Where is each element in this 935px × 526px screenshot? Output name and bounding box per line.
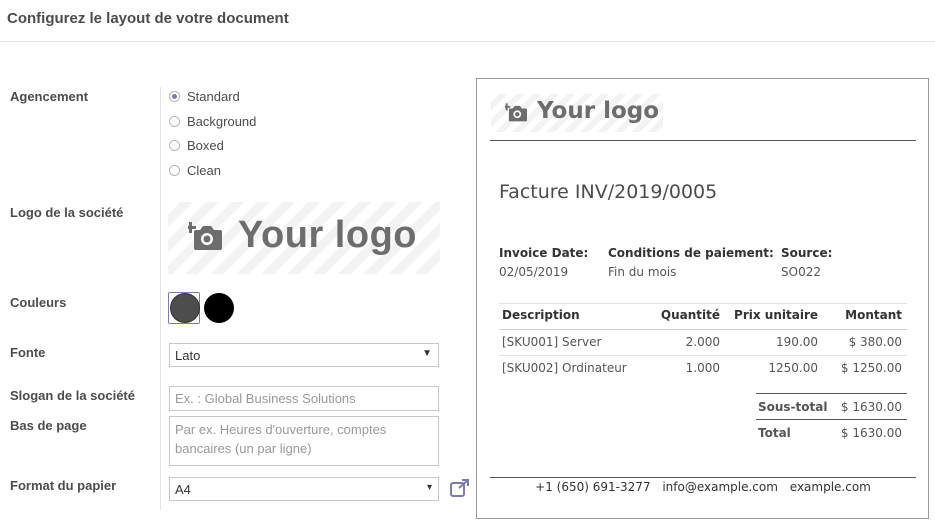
layout-option-boxed[interactable]: Boxed xyxy=(169,136,224,154)
layout-option-standard[interactable]: Standard xyxy=(169,87,240,105)
camera-add-icon xyxy=(188,222,222,250)
total-label: Total xyxy=(758,426,791,440)
column-header-description: Description xyxy=(502,308,580,322)
secondary-color-swatch[interactable] xyxy=(204,293,234,323)
radio-selected-icon[interactable] xyxy=(169,90,180,102)
column-header-unit-price: Prix unitaire xyxy=(734,308,818,322)
layout-option-clean[interactable]: Clean xyxy=(169,161,221,179)
table-row-unit-price: 190.00 xyxy=(776,335,818,349)
invoice-date-label: Invoice Date: xyxy=(499,246,589,260)
dialog-title: Configurez le layout de votre document xyxy=(7,10,289,27)
external-link-icon[interactable] xyxy=(450,479,470,497)
subtotal-value: $ 1630.00 xyxy=(840,400,902,414)
table-header-border xyxy=(499,329,907,330)
layout-option-background[interactable]: Background xyxy=(169,112,256,130)
tagline-label: Slogan de la société xyxy=(10,388,135,403)
invoice-title: Facture INV/2019/0005 xyxy=(499,181,718,203)
colors-label: Couleurs xyxy=(10,295,67,310)
table-top-border xyxy=(499,303,907,304)
font-select[interactable]: Lato ▼ xyxy=(169,343,439,367)
preview-footer-divider xyxy=(490,477,916,478)
layout-option-label: Boxed xyxy=(187,137,224,153)
table-row-amount: $ 380.00 xyxy=(848,335,902,349)
source-value: SO022 xyxy=(781,265,821,279)
document-preview: Your logo Facture INV/2019/0005 Invoice … xyxy=(476,78,929,519)
primary-color-swatch[interactable] xyxy=(170,293,200,323)
form-divider xyxy=(160,87,161,510)
paper-format-label: Format du papier xyxy=(10,478,117,493)
radio-icon[interactable] xyxy=(169,115,180,127)
column-header-amount: Montant xyxy=(845,308,902,322)
paper-format-select[interactable]: A4 ▾ xyxy=(169,477,439,501)
radio-icon[interactable] xyxy=(169,139,180,151)
layout-option-label: Clean xyxy=(187,162,221,178)
payment-terms-value: Fin du mois xyxy=(608,265,677,279)
table-row-border xyxy=(499,355,907,356)
payment-terms-label: Conditions de paiement: xyxy=(608,246,774,260)
footer-label: Bas de page xyxy=(10,418,87,433)
camera-add-icon xyxy=(505,103,527,122)
preview-header-divider xyxy=(490,140,916,141)
logo-upload[interactable]: Your logo xyxy=(168,202,440,274)
footer-website: example.com xyxy=(789,480,871,494)
paper-format-value: A4 xyxy=(175,482,191,497)
logo-placeholder-text: Your logo xyxy=(238,214,417,256)
column-header-quantity: Quantité xyxy=(660,308,720,322)
logo-label: Logo de la société xyxy=(10,205,124,220)
preview-logo-text: Your logo xyxy=(537,98,660,124)
source-label: Source: xyxy=(781,246,833,260)
footer-email: info@example.com xyxy=(662,480,778,494)
table-row-quantity: 2.000 xyxy=(685,335,720,349)
table-row-description: [SKU002] Ordinateur xyxy=(502,361,627,375)
layout-label: Agencement xyxy=(10,89,89,104)
table-row-quantity: 1.000 xyxy=(685,361,720,375)
invoice-date-value: 02/05/2019 xyxy=(499,265,569,279)
tagline-placeholder: Ex. : Global Business Solutions xyxy=(175,391,356,406)
dialog-header: Configurez le layout de votre document xyxy=(0,0,935,42)
footer-placeholder: Par ex. Heures d'ouverture, comptes banc… xyxy=(175,422,387,456)
footer-phone: +1 (650) 691-3277 xyxy=(535,480,651,494)
radio-icon[interactable] xyxy=(169,164,180,176)
font-label: Fonte xyxy=(10,345,46,360)
dropdown-arrow-icon: ▼ xyxy=(422,348,432,359)
table-row-description: [SKU001] Server xyxy=(502,335,602,349)
subtotal-top-border xyxy=(756,393,907,394)
layout-option-label: Background xyxy=(187,113,257,129)
total-value: $ 1630.00 xyxy=(840,426,902,440)
table-row-amount: $ 1250.00 xyxy=(840,361,902,375)
table-row-unit-price: 1250.00 xyxy=(768,361,818,375)
layout-option-label: Standard xyxy=(187,88,240,104)
font-select-value: Lato xyxy=(175,348,201,363)
preview-logo: Your logo xyxy=(491,94,663,132)
total-top-border xyxy=(756,419,907,420)
dropdown-arrow-icon: ▾ xyxy=(426,482,432,493)
tagline-input[interactable]: Ex. : Global Business Solutions xyxy=(169,386,439,411)
preview-footer: +1 (650) 691-3277 info@example.com examp… xyxy=(490,480,916,494)
footer-textarea[interactable]: Par ex. Heures d'ouverture, comptes banc… xyxy=(169,416,439,466)
subtotal-label: Sous-total xyxy=(758,400,828,414)
